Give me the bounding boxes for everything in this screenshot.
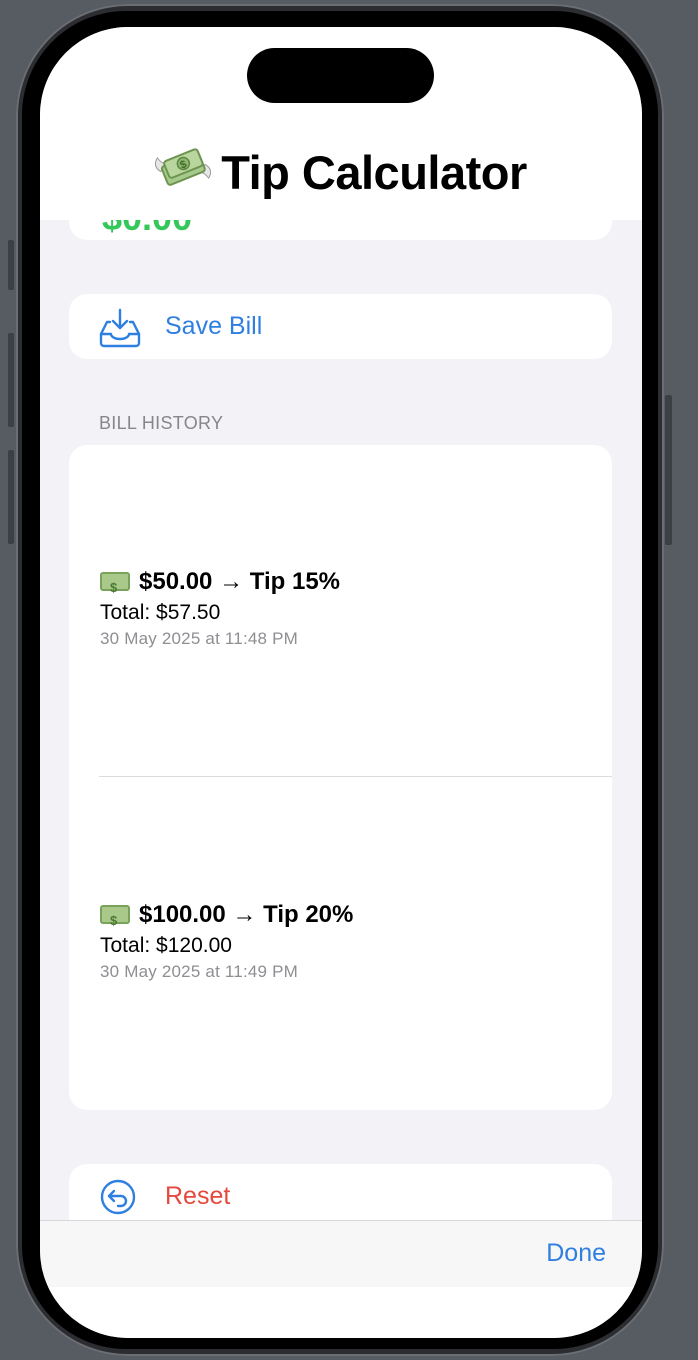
bill-title: $50.00 → Tip 15% [100, 566, 600, 604]
dollar-banknote-icon [100, 905, 130, 937]
bill-title-text: $100.00 → Tip 20% [139, 901, 354, 928]
reset-label: Reset [165, 1182, 231, 1210]
action-button [8, 240, 14, 290]
page-title: $ Tip Calculator [40, 141, 642, 206]
volume-up-button [8, 333, 14, 427]
list-item[interactable]: $50.00 → Tip 15% Total: $57.50 30 May 20… [100, 566, 600, 650]
bill-history-list: $50.00 → Tip 15% Total: $57.50 30 May 20… [69, 445, 612, 1110]
money-with-wings-icon: $ [155, 141, 212, 206]
app-screen: $ Tip Calculator $0.00 Save Bill BILL HI… [40, 27, 642, 1338]
page-title-text: Tip Calculator [221, 146, 527, 199]
tray-arrow-down-icon [99, 306, 141, 348]
power-button [665, 395, 672, 545]
bill-date: 30 May 2025 at 11:48 PM [100, 629, 299, 648]
done-button[interactable]: Done [546, 1239, 606, 1268]
dynamic-island [247, 48, 434, 103]
arrow-uturn-left-circle-icon [99, 1178, 141, 1220]
volume-down-button [8, 450, 14, 544]
bill-date: 30 May 2025 at 11:49 PM [100, 962, 299, 981]
bill-history-header: BILL HISTORY [99, 413, 224, 433]
bottom-toolbar: Done [40, 1220, 642, 1287]
home-indicator-area [40, 1287, 642, 1338]
list-item[interactable]: $100.00 → Tip 20% Total: $120.00 30 May … [100, 899, 600, 983]
dollar-banknote-icon [100, 572, 130, 604]
bill-total: Total: $120.00 [100, 934, 232, 957]
save-bill-button[interactable]: Save Bill [69, 294, 612, 359]
bill-title-text: $50.00 → Tip 15% [139, 568, 340, 595]
bill-total: Total: $57.50 [100, 601, 221, 624]
bill-title: $100.00 → Tip 20% [100, 899, 600, 937]
list-divider [99, 776, 612, 777]
save-bill-label: Save Bill [165, 312, 263, 340]
